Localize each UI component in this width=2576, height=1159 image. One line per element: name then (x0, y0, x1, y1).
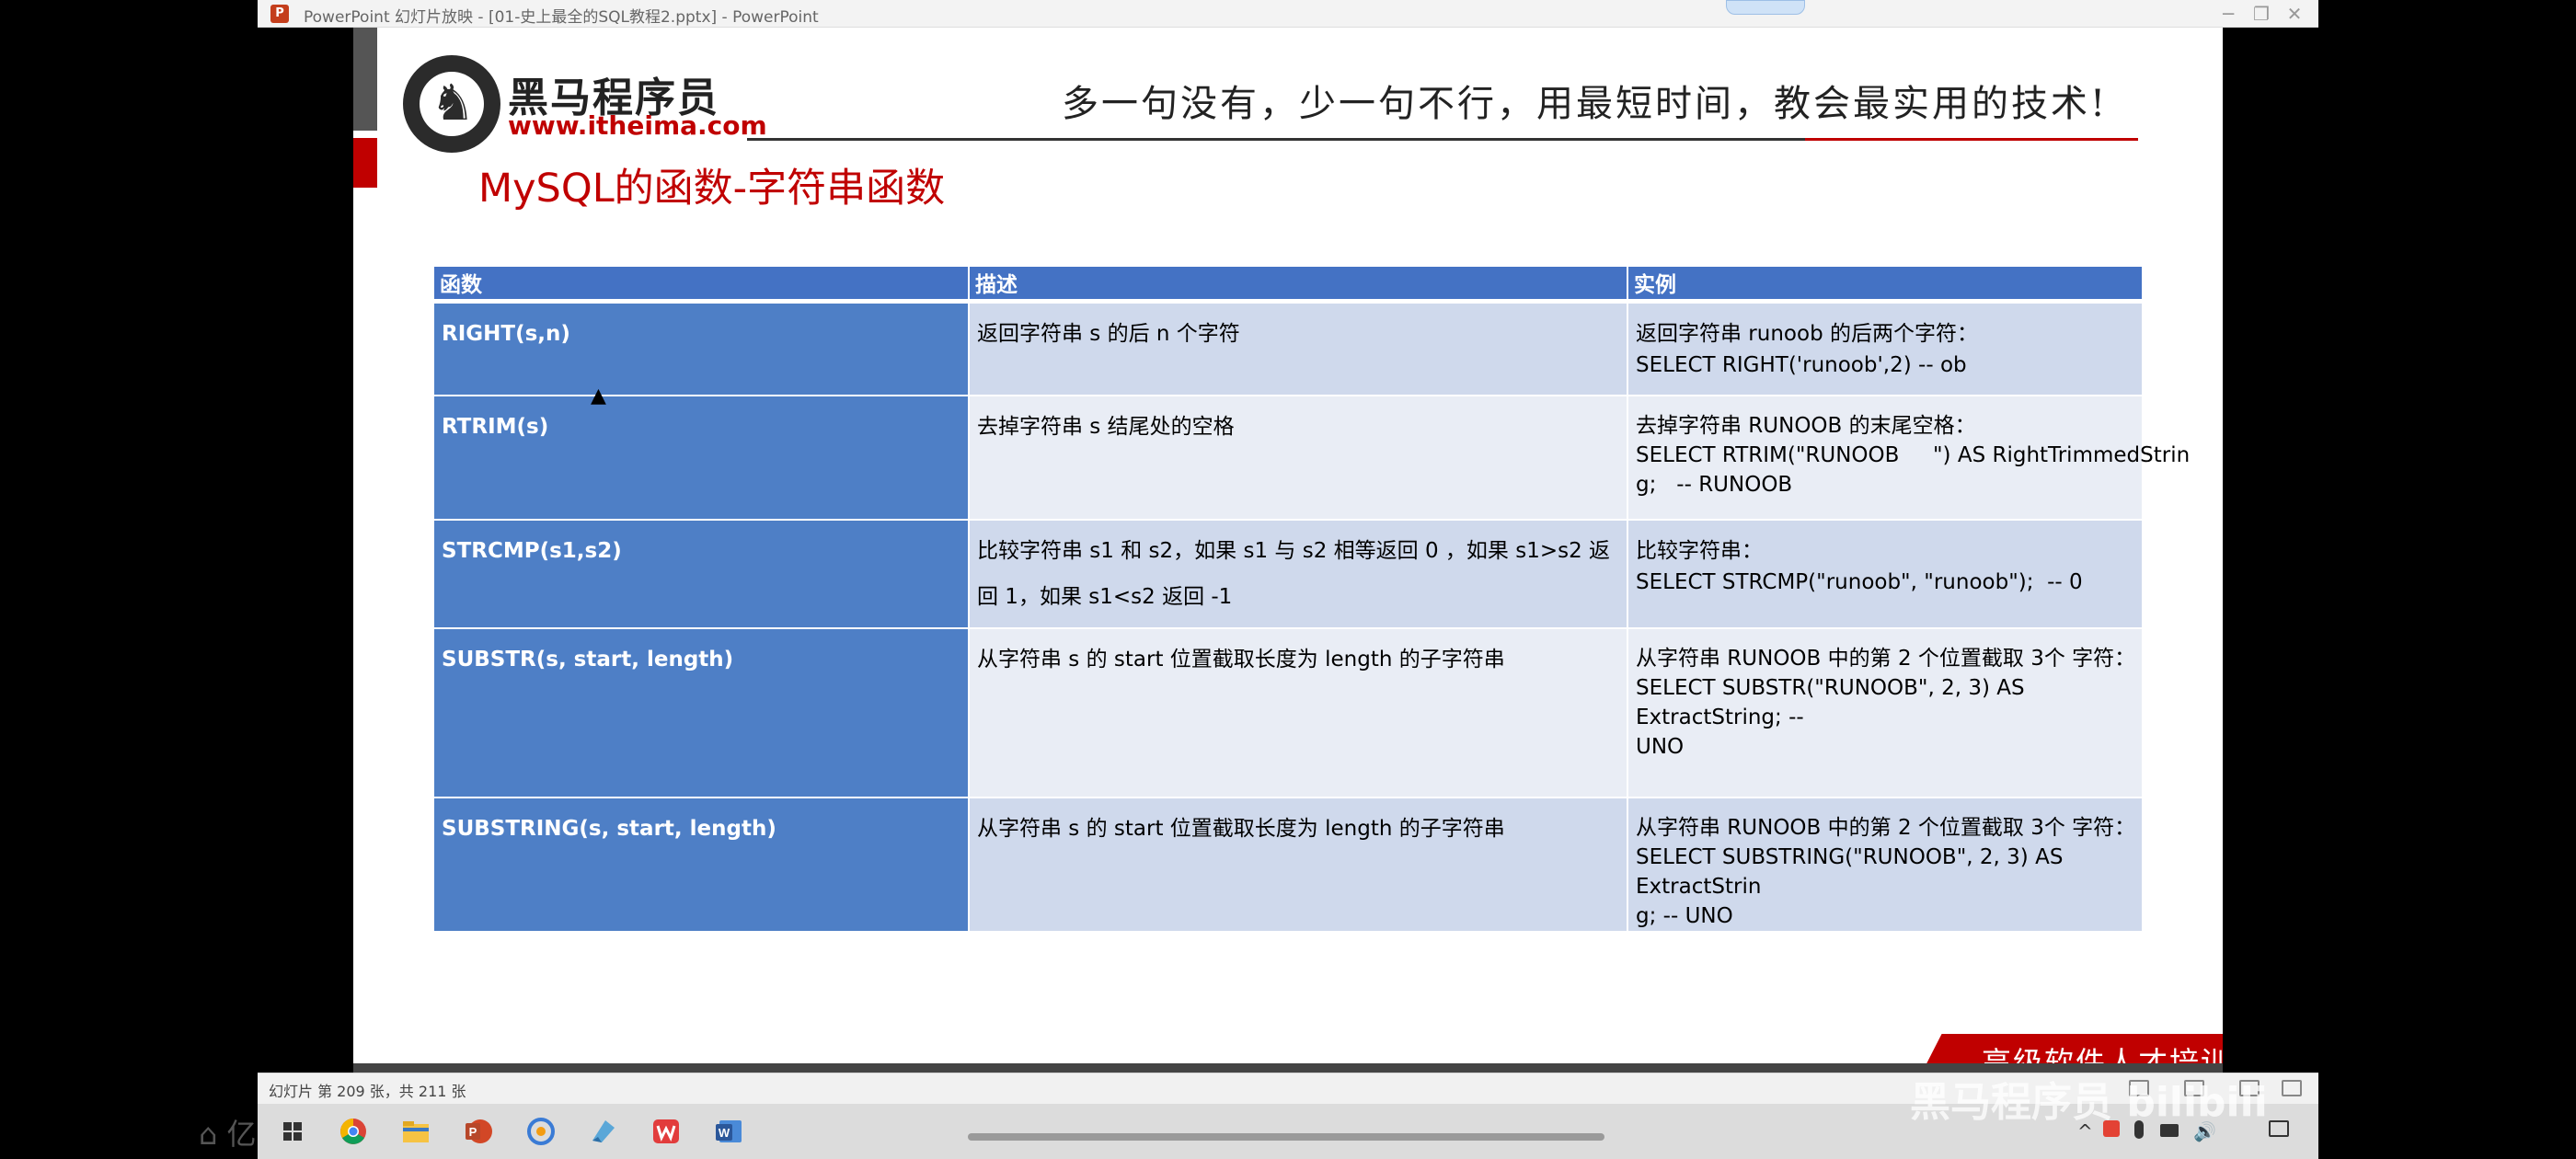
slide-side-strip (353, 28, 377, 131)
app-icon[interactable] (523, 1115, 559, 1148)
example-line: 去掉字符串 RUNOOB 的末尾空格： (1636, 414, 1976, 438)
example-line: 从字符串 RUNOOB 中的第 2 个位置截取 3个 字符： (1636, 816, 2136, 840)
table-row: RIGHT(s,n) 返回字符串 s 的后 n 个字符 返回字符串 runoob… (432, 300, 2144, 396)
example-cell: 去掉字符串 RUNOOB 的末尾空格： SELECT RTRIM("RUNOOB… (1627, 395, 2191, 521)
example-line: UNO (1636, 735, 1685, 759)
example-line: g; -- RUNOOB (1636, 473, 1793, 497)
table-row: RTRIM(s) 去掉字符串 s 结尾处的空格 去掉字符串 RUNOOB 的末尾… (432, 395, 2191, 521)
description-cell: 从字符串 s 的 start 位置截取长度为 length 的子字符串 (968, 797, 1628, 933)
example-line: g; -- UNO (1636, 904, 1733, 928)
table-row: STRCMP(s1,s2) 比较字符串 s1 和 s2，如果 s1 与 s2 相… (432, 519, 2144, 629)
description-cell: 从字符串 s 的 start 位置截取长度为 length 的子字符串 (968, 627, 1628, 798)
close-button[interactable]: ✕ (2276, 2, 2313, 26)
slide-title: MySQL的函数-字符串函数 (478, 166, 946, 212)
title-bar: P PowerPoint 幻灯片放映 - [01-史上最全的SQL教程2.ppt… (258, 0, 2318, 28)
function-cell: RIGHT(s,n) (432, 300, 970, 396)
horizontal-scrollbar[interactable] (968, 1133, 1604, 1141)
example-line: SELECT RIGHT('runoob',2) -- ob (1636, 352, 1967, 377)
table-row: SUBSTRING(s, start, length) 从字符串 s 的 sta… (432, 797, 2144, 933)
function-cell: SUBSTR(s, start, length) (432, 627, 970, 798)
bilibili-watermark: 黑马程序员 bilibili (1910, 1079, 2268, 1126)
file-explorer-icon[interactable] (397, 1115, 434, 1148)
table-header-row: 函数 描述 实例 (432, 265, 2144, 304)
example-cell: 从字符串 RUNOOB 中的第 2 个位置截取 3个 字符： SELECT SU… (1627, 627, 2144, 798)
example-line: 从字符串 RUNOOB 中的第 2 个位置截取 3个 字符： (1636, 647, 2136, 671)
header-rule-accent (1805, 138, 2138, 141)
column-header-function: 函数 (432, 265, 970, 304)
slideshow-view-icon[interactable] (2282, 1080, 2302, 1096)
slogan: 多一句没有，少一句不行，用最短时间，教会最实用的技术! (1062, 83, 2109, 125)
svg-text:W: W (719, 1126, 730, 1140)
mouse-cursor-icon: ▲ (591, 384, 606, 407)
table-row: SUBSTR(s, start, length) 从字符串 s 的 start … (432, 627, 2144, 798)
word-icon[interactable]: W (710, 1115, 747, 1148)
slide-canvas[interactable]: ♞ 黑马程序员 www.itheima.com 多一句没有，少一句不行，用最短时… (353, 28, 2223, 1073)
app-icon[interactable] (585, 1115, 622, 1148)
horse-logo-icon: ♞ (431, 74, 476, 132)
notification-icon[interactable] (2269, 1120, 2289, 1137)
description-cell: 比较字符串 s1 和 s2，如果 s1 与 s2 相等返回 0 ，如果 s1>s… (968, 519, 1628, 629)
function-cell: SUBSTRING(s, start, length) (432, 797, 970, 933)
example-line: SELECT RTRIM("RUNOOB ") AS RightTrimmedS… (1636, 443, 2191, 467)
slide-counter: 幻灯片 第 209 张，共 211 张 (269, 1083, 466, 1100)
description-cell: 返回字符串 s 的后 n 个字符 (968, 300, 1628, 396)
example-line: SELECT SUBSTRING("RUNOOB", 2, 3) AS Extr… (1636, 845, 2064, 899)
function-cell: RTRIM(s) (432, 395, 970, 521)
slide-side-accent (353, 138, 377, 188)
logo-url: www.itheima.com (508, 110, 767, 141)
header-rule (747, 138, 1805, 141)
column-header-description: 描述 (968, 265, 1628, 304)
wps-icon[interactable] (648, 1115, 684, 1148)
window-title: PowerPoint 幻灯片放映 - [01-史上最全的SQL教程2.pptx]… (304, 8, 819, 27)
example-cell: 返回字符串 runoob 的后两个字符： SELECT RIGHT('runoo… (1627, 300, 2144, 396)
chrome-icon[interactable] (335, 1115, 372, 1148)
powerpoint-window: P PowerPoint 幻灯片放映 - [01-史上最全的SQL教程2.ppt… (258, 0, 2318, 1159)
example-line: 返回字符串 runoob 的后两个字符： (1636, 321, 1978, 346)
ribbon-collapse-handle[interactable] (1726, 0, 1805, 15)
minimize-button[interactable]: ─ (2210, 2, 2247, 26)
example-line: 比较字符串： (1636, 539, 1763, 563)
column-header-example: 实例 (1627, 265, 2144, 304)
function-cell: STRCMP(s1,s2) (432, 519, 970, 629)
function-table: 函数 描述 实例 RIGHT(s,n) 返回字符串 s 的后 n 个字符 返回字… (432, 265, 2191, 933)
description-cell: 去掉字符串 s 结尾处的空格 (968, 395, 1628, 521)
restore-button[interactable]: ❐ (2243, 2, 2280, 26)
windows-start-icon[interactable] (274, 1115, 311, 1148)
itheima-logo-icon: ♞ (403, 55, 500, 153)
example-cell: 比较字符串： SELECT STRCMP("runoob", "runoob")… (1627, 519, 2144, 629)
powerpoint-taskbar-icon[interactable]: P (460, 1115, 497, 1148)
svg-text:P: P (469, 1125, 477, 1139)
example-line: SELECT SUBSTR("RUNOOB", 2, 3) AS Extract… (1636, 676, 2025, 729)
screen: ⌂ 亿正在看 P PowerPoint 幻灯片放映 - [01-史上最全的SQL… (0, 0, 2576, 1159)
powerpoint-icon: P (270, 5, 289, 23)
example-cell: 从字符串 RUNOOB 中的第 2 个位置截取 3个 字符： SELECT SU… (1627, 797, 2144, 933)
example-line: SELECT STRCMP("runoob", "runoob"); -- 0 (1636, 570, 2083, 594)
